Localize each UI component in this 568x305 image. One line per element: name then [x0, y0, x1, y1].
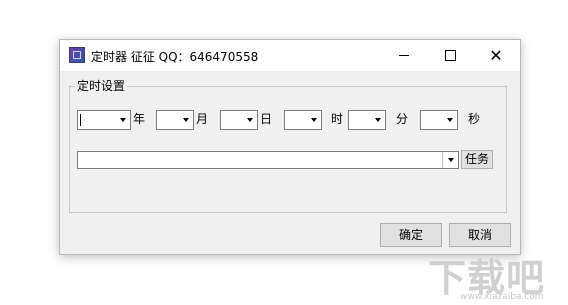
year-combo[interactable] [77, 110, 131, 130]
day-combo[interactable] [220, 110, 258, 130]
second-label: 秒 [468, 112, 481, 126]
timer-window: 定时器 征征 QQ：646470558 ✕ 定时设置 年 月 日 时 分 秒 任… [59, 39, 521, 255]
minimize-icon [399, 55, 409, 56]
group-label: 定时设置 [75, 77, 128, 94]
timer-settings-group [69, 86, 507, 213]
close-button[interactable]: ✕ [474, 40, 518, 71]
year-label: 年 [133, 112, 146, 126]
hour-combo[interactable] [284, 110, 322, 130]
maximize-button[interactable] [428, 40, 472, 71]
month-combo[interactable] [156, 110, 194, 130]
chevron-down-icon[interactable] [442, 111, 457, 129]
chevron-down-icon[interactable] [370, 111, 385, 129]
close-icon: ✕ [489, 45, 503, 65]
maximize-icon [444, 50, 456, 61]
minute-label: 分 [396, 112, 409, 126]
chevron-down-icon[interactable] [115, 111, 130, 129]
chevron-down-icon[interactable] [306, 111, 321, 129]
watermark-url: www.xiazaiba.com [460, 292, 544, 302]
text-caret [80, 114, 81, 126]
second-combo[interactable] [420, 110, 458, 130]
minute-combo[interactable] [348, 110, 386, 130]
task-button[interactable]: 任务 [461, 150, 493, 169]
cancel-button[interactable]: 取消 [449, 223, 511, 247]
day-label: 日 [260, 112, 273, 126]
title-bar[interactable]: 定时器 征征 QQ：646470558 ✕ [60, 40, 520, 71]
ok-button[interactable]: 确定 [380, 223, 442, 247]
hour-label: 时 [331, 112, 344, 126]
minimize-button[interactable] [382, 40, 426, 71]
month-label: 月 [196, 112, 209, 126]
task-combo[interactable] [77, 151, 459, 169]
chevron-down-icon[interactable] [242, 111, 257, 129]
chevron-down-icon[interactable] [178, 111, 193, 129]
app-icon [69, 47, 85, 63]
chevron-down-icon[interactable] [442, 152, 458, 168]
window-title: 定时器 征征 QQ：646470558 [91, 50, 259, 64]
